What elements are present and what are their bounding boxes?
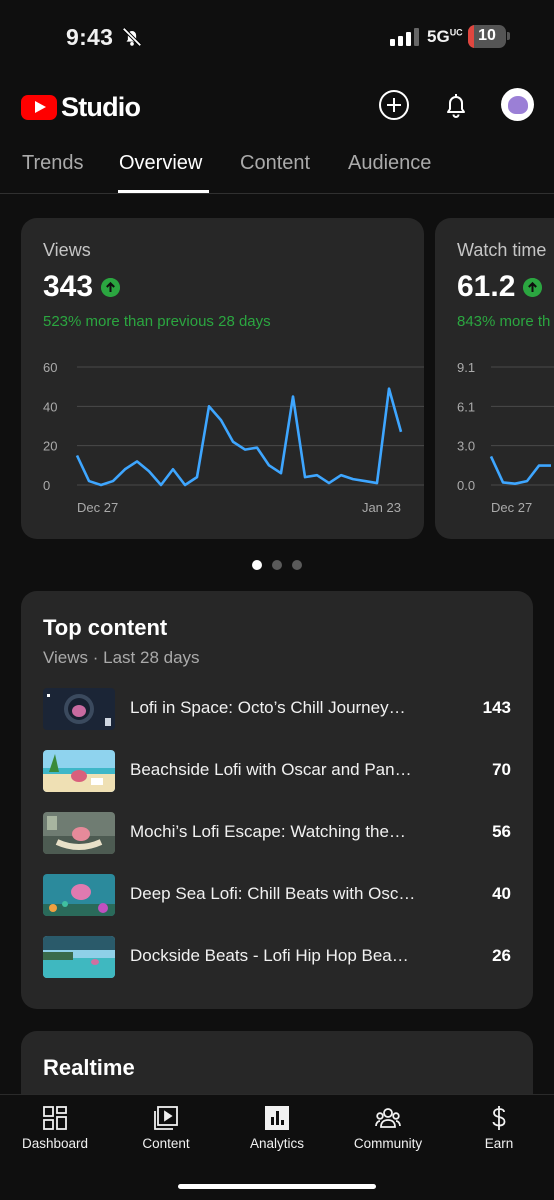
metric-change: 523% more than previous 28 days: [43, 313, 271, 330]
metric-label: Views: [43, 240, 91, 260]
section-title: Top content: [43, 615, 168, 640]
youtube-studio-logo: Studio: [21, 92, 141, 123]
views-card[interactable]: Views 343 523% more than previous 28 day…: [21, 218, 424, 539]
nav-analytics[interactable]: Analytics: [222, 1095, 332, 1165]
nav-dashboard[interactable]: Dashboard: [0, 1095, 110, 1165]
video-title: Lofi in Space: Octo’s Chill Journey…: [130, 698, 406, 717]
x-tick-label: Dec 27: [491, 500, 532, 515]
home-indicator: [178, 1184, 376, 1189]
nav-label: Community: [353, 1136, 423, 1151]
tab-bar: Trends Overview Content Audience: [0, 140, 554, 194]
pagination-dot[interactable]: [252, 560, 262, 570]
metric-label: Watch time: [457, 240, 547, 260]
trend-up-icon: [101, 278, 120, 297]
list-item[interactable]: Deep Sea Lofi: Chill Beats with Osc… 40: [43, 874, 511, 918]
metric-value: 343: [43, 270, 94, 303]
video-thumbnail: [43, 750, 115, 792]
y-tick-label: 9.1: [457, 360, 475, 375]
network-indicator: 5GUC: [427, 27, 463, 46]
video-views: 70: [492, 760, 511, 779]
pagination-dot[interactable]: [272, 560, 282, 570]
video-thumbnail: [43, 812, 115, 854]
metric-change: 843% more th: [457, 313, 551, 330]
video-thumbnail: [43, 688, 115, 730]
tab-overview[interactable]: Overview: [119, 152, 202, 175]
nav-label: Analytics: [249, 1136, 305, 1151]
y-tick-label: 0: [43, 478, 50, 493]
app-header: Studio: [0, 80, 554, 132]
x-tick-label: Jan 23: [362, 500, 401, 515]
dashboard-icon: [43, 1106, 67, 1130]
y-tick-label: 6.1: [457, 399, 475, 414]
video-thumbnail: [43, 936, 115, 978]
nav-earn[interactable]: Earn: [444, 1095, 554, 1165]
status-time: 9:43: [66, 24, 114, 50]
video-views: 40: [492, 884, 511, 903]
y-tick-label: 0.0: [457, 478, 475, 493]
video-views: 26: [492, 946, 511, 965]
trend-up-icon: [523, 278, 542, 297]
nav-community[interactable]: Community: [333, 1095, 443, 1165]
create-icon[interactable]: [378, 89, 410, 121]
nav-label: Content: [142, 1136, 190, 1151]
watch-time-card[interactable]: Watch time 61.2 843% more th 9.1 6.1 3.0 0.…: [435, 218, 554, 539]
tab-content[interactable]: Content: [240, 152, 310, 175]
battery-icon: 10: [468, 25, 506, 48]
y-tick-label: 40: [43, 399, 57, 414]
video-title: Beachside Lofi with Oscar and Pan…: [130, 760, 412, 779]
community-icon: [375, 1108, 401, 1128]
metric-value: 61.2: [457, 270, 516, 303]
battery-level: 10: [478, 27, 496, 44]
list-item[interactable]: Mochi’s Lofi Escape: Watching the… 56: [43, 812, 511, 856]
bell-off-icon: [122, 27, 142, 47]
notifications-icon[interactable]: [440, 89, 472, 121]
active-tab-indicator: [118, 190, 209, 193]
signal-icon: [390, 28, 419, 46]
tab-trends[interactable]: Trends: [22, 152, 84, 175]
carousel-pagination[interactable]: [0, 560, 554, 570]
video-title: Dockside Beats - Lofi Hip Hop Bea…: [130, 946, 409, 965]
section-title: Realtime: [43, 1055, 135, 1080]
y-tick-label: 60: [43, 360, 57, 375]
top-content-card: Top content Views · Last 28 days Lofi in…: [21, 591, 533, 1009]
watch-time-chart: 9.1 6.1 3.0 0.0 Dec 27: [457, 360, 554, 515]
app-name: Studio: [61, 92, 141, 122]
nav-label: Earn: [484, 1136, 514, 1151]
video-thumbnail: [43, 874, 115, 916]
section-subtitle: Views · Last 28 days: [43, 648, 200, 667]
youtube-icon: [21, 95, 57, 120]
video-views: 56: [492, 822, 511, 841]
video-title: Deep Sea Lofi: Chill Beats with Osc…: [130, 884, 416, 903]
analytics-icon: [265, 1106, 289, 1130]
list-item[interactable]: Beachside Lofi with Oscar and Pan… 70: [43, 750, 511, 794]
content-icon: [154, 1106, 178, 1130]
video-views: 143: [482, 698, 511, 717]
nav-label: Dashboard: [21, 1136, 89, 1151]
series-line: [75, 387, 403, 487]
views-chart: 60 40 20 0 Dec 27 Jan 23: [43, 360, 424, 515]
list-item[interactable]: Dockside Beats - Lofi Hip Hop Bea… 26: [43, 936, 511, 980]
x-tick-label: Dec 27: [77, 500, 118, 515]
nav-content[interactable]: Content: [111, 1095, 221, 1165]
tab-audience[interactable]: Audience: [348, 152, 431, 175]
status-bar: 9:43 5GUC 10: [0, 0, 554, 76]
avatar[interactable]: [501, 88, 534, 121]
y-tick-label: 20: [43, 439, 57, 454]
video-title: Mochi’s Lofi Escape: Watching the…: [130, 822, 406, 841]
y-tick-label: 3.0: [457, 439, 475, 454]
earn-icon: [492, 1106, 506, 1130]
list-item[interactable]: Lofi in Space: Octo’s Chill Journey… 143: [43, 688, 511, 732]
series-line: [489, 455, 551, 486]
pagination-dot[interactable]: [292, 560, 302, 570]
